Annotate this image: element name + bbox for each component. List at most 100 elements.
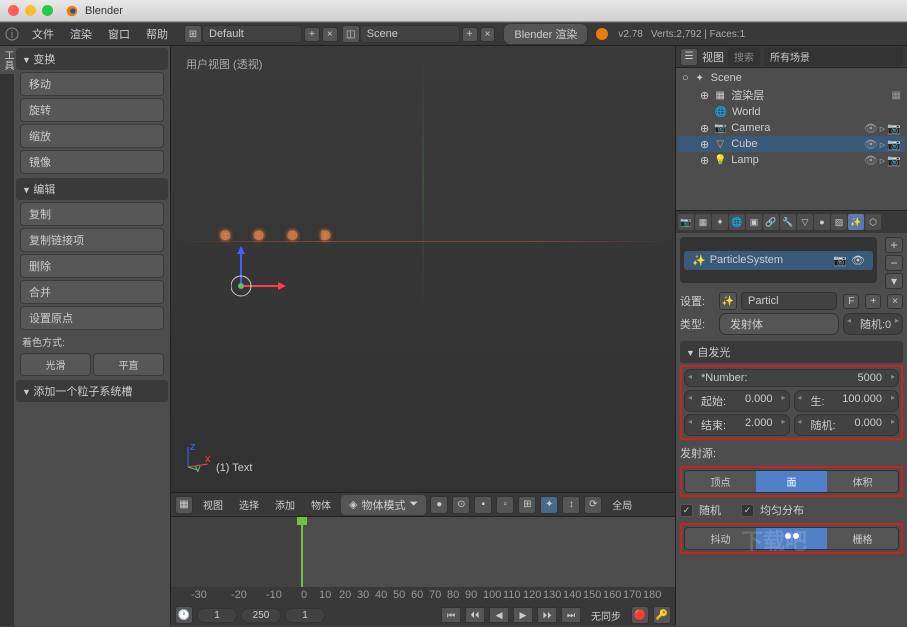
render-icon[interactable]: 📷 (887, 154, 901, 167)
frame-current[interactable]: 1 (285, 608, 325, 623)
viewport-3d[interactable]: 用户视图 (透视) GOOD zxy (1) Text (171, 46, 675, 492)
ps-add-button[interactable]: + (885, 237, 903, 253)
tree-renderlayers[interactable]: ⊕▦渲染层▦ (678, 86, 905, 104)
timeline-ruler[interactable]: -30-20-10 01020 304050 607080 90100110 1… (171, 587, 675, 603)
tab-scene[interactable]: ✦ (712, 214, 728, 230)
layer-group[interactable]: ⊞ (518, 496, 536, 514)
emit-verts-button[interactable]: 顶点 (685, 471, 756, 492)
object-menu[interactable]: 物体 (305, 497, 337, 512)
layer-1[interactable]: ▪ (474, 496, 492, 514)
render-icon[interactable]: 📷 (887, 138, 901, 151)
shading-solid-icon[interactable]: ● (430, 496, 448, 514)
smooth-button[interactable]: 光滑 (20, 353, 91, 376)
ps-menu-button[interactable]: ▾ (885, 273, 903, 289)
scene-remove[interactable]: × (480, 27, 496, 42)
tree-world[interactable]: 🌐World (678, 104, 905, 120)
tree-camera[interactable]: ⊕📷Camera👁 ▹ 📷 (678, 120, 905, 136)
even-checkbox[interactable]: ✓ (741, 504, 754, 517)
layout-remove[interactable]: × (322, 27, 338, 42)
tab-material[interactable]: ● (814, 214, 830, 230)
tree-lamp[interactable]: ⊕💡Lamp👁 ▹ 📷 (678, 152, 905, 168)
duplicate-linked-button[interactable]: 复制链接项 (20, 228, 164, 252)
outliner-icon[interactable]: ☰ (680, 48, 698, 66)
ps-camera-icon[interactable]: 📷 (833, 254, 847, 267)
settings-add[interactable]: + (865, 294, 881, 309)
emit-faces-button[interactable]: 面 (756, 471, 827, 492)
last-op-header[interactable]: 添加一个粒子系统槽 (16, 380, 168, 402)
rotate-button[interactable]: 旋转 (20, 98, 164, 122)
jump-end-button[interactable]: ⏭ (561, 607, 581, 623)
timeline-cursor[interactable] (301, 517, 303, 587)
view3d-editor-icon[interactable]: ▦ (175, 496, 193, 514)
render-icon[interactable]: 📷 (887, 122, 901, 135)
flat-button[interactable]: 平直 (93, 353, 164, 376)
ps-visible-icon[interactable]: 👁 (851, 254, 865, 267)
transform-header[interactable]: 变换 (16, 48, 168, 70)
manipulator-icon[interactable]: ✦ (540, 496, 558, 514)
settings-browse-icon[interactable]: ✨ (719, 292, 737, 310)
random-checkbox[interactable]: ✓ (680, 504, 693, 517)
frame-start[interactable]: 1 (197, 608, 237, 623)
grid-button[interactable]: 栅格 (827, 528, 898, 549)
tab-texture[interactable]: ▨ (831, 214, 847, 230)
emit-volume-button[interactable]: 体积 (827, 471, 898, 492)
render-engine[interactable]: Blender 渲染 (503, 23, 588, 45)
menu-file[interactable]: 文件 (24, 26, 62, 42)
timeline-editor-icon[interactable]: 🕐 (175, 606, 193, 624)
scene-icon[interactable]: ◫ (342, 25, 360, 43)
tab-world[interactable]: 🌐 (729, 214, 745, 230)
menu-window[interactable]: 窗口 (100, 26, 138, 42)
scene-selector[interactable]: Scene (360, 25, 460, 43)
tree-scene[interactable]: ○✦Scene (678, 70, 905, 86)
transform-gizmo[interactable] (231, 246, 291, 309)
scene-add[interactable]: + (462, 27, 478, 42)
pivot-icon[interactable]: ⊙ (452, 496, 470, 514)
delete-button[interactable]: 删除 (20, 254, 164, 278)
settings-name[interactable]: Particl (741, 292, 837, 310)
seed-field[interactable]: 随机:0 (843, 313, 903, 335)
outliner-view-menu[interactable]: 视图 (702, 49, 724, 65)
outliner-filter[interactable]: 所有场景 (764, 47, 903, 66)
tab-object[interactable]: ▣ (746, 214, 762, 230)
view-menu[interactable]: 视图 (197, 497, 229, 512)
close-window[interactable] (8, 5, 19, 16)
keyframe-prev-button[interactable]: ⏴⏴ (465, 607, 485, 623)
ps-remove-button[interactable]: − (885, 255, 903, 271)
particle-system-slot[interactable]: ✨ ParticleSystem 📷 👁 (684, 251, 873, 270)
tab-data[interactable]: ▽ (797, 214, 813, 230)
mode-selector[interactable]: ◈ 物体模式 ⏷ (341, 495, 426, 515)
maximize-window[interactable] (42, 5, 53, 16)
select-menu[interactable]: 选择 (233, 497, 265, 512)
play-button[interactable]: ▶ (513, 607, 533, 623)
type-selector[interactable]: 发射体 (719, 313, 839, 335)
frame-end[interactable]: 250 (241, 608, 281, 623)
rotate-manip-icon[interactable]: ⟳ (584, 496, 602, 514)
tab-render[interactable]: 📷 (678, 214, 694, 230)
menu-render[interactable]: 渲染 (62, 26, 100, 42)
set-origin-button[interactable]: 设置原点 (20, 306, 164, 330)
minimize-window[interactable] (25, 5, 36, 16)
layout-icon[interactable]: ⊞ (184, 25, 202, 43)
tab-modifiers[interactable]: 🔧 (780, 214, 796, 230)
merge-button[interactable]: 合并 (20, 280, 164, 304)
left-tab-tools[interactable]: 工具 (0, 46, 15, 74)
keyset-icon[interactable]: 🔑 (653, 606, 671, 624)
layout-selector[interactable]: Default (202, 25, 302, 43)
number-field[interactable]: *Number:5000 (684, 369, 899, 387)
outliner-tree[interactable]: ○✦Scene ⊕▦渲染层▦ 🌐World ⊕📷Camera👁 ▹ 📷 ⊕▽Cu… (676, 68, 907, 170)
end-field[interactable]: 结束:2.000 (684, 414, 790, 436)
start-field[interactable]: 起始:0.000 (684, 390, 790, 412)
orientation-selector[interactable]: 全局 (606, 497, 638, 512)
tab-constraints[interactable]: 🔗 (763, 214, 779, 230)
info-editor-icon[interactable]: i (0, 26, 24, 42)
scale-button[interactable]: 缩放 (20, 124, 164, 148)
layout-add[interactable]: + (304, 27, 320, 42)
settings-fake-user[interactable]: F (843, 294, 859, 309)
settings-unlink[interactable]: × (887, 294, 903, 309)
eye-icon[interactable]: 👁 (864, 138, 878, 151)
keyframe-next-button[interactable]: ⏵⏵ (537, 607, 557, 623)
timeline-track[interactable] (171, 517, 675, 587)
tab-layers[interactable]: ▦ (695, 214, 711, 230)
mirror-button[interactable]: 镜像 (20, 150, 164, 174)
tab-particles[interactable]: ✨ (848, 214, 864, 230)
